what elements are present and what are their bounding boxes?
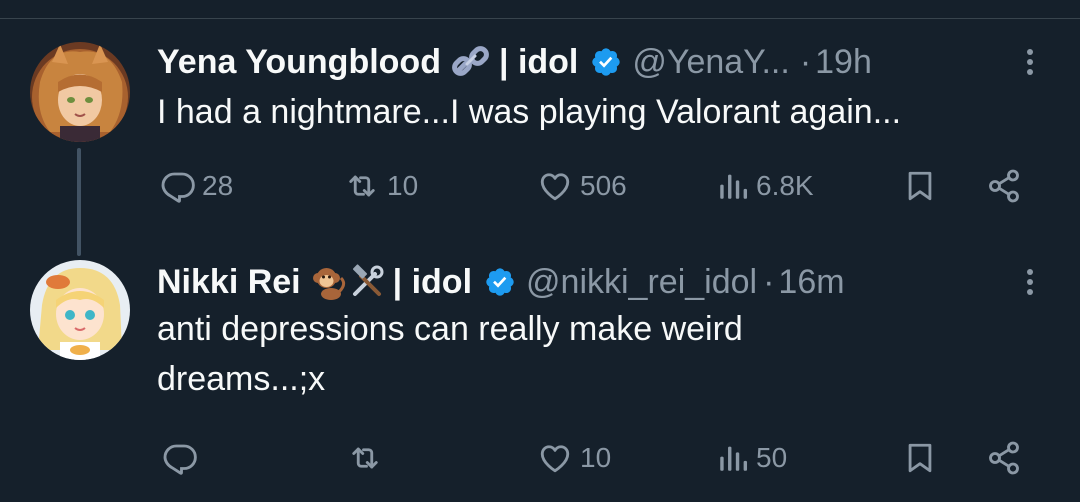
verified-badge-icon (484, 266, 516, 298)
avatar[interactable] (30, 42, 130, 142)
like-count: 10 (580, 442, 612, 473)
separator-dot: · (799, 42, 812, 81)
reply-icon (162, 440, 198, 476)
monkey-emoji-icon (311, 264, 347, 300)
hammer-and-wrench-emoji-icon (349, 264, 385, 300)
analytics-icon (716, 441, 750, 475)
reply-icon (160, 168, 196, 204)
verified-badge-icon (590, 46, 622, 78)
views-count: 6.8K (756, 170, 814, 201)
retweet-button[interactable] (346, 438, 384, 478)
display-name[interactable]: Nikki Rei (157, 263, 301, 302)
reply-button[interactable]: 28 (160, 166, 233, 206)
heart-icon (536, 168, 574, 204)
tweet-text: anti depressions can really make weird d… (157, 310, 753, 398)
share-icon (985, 440, 1023, 476)
like-count: 506 (580, 170, 627, 201)
share-button[interactable] (985, 438, 1023, 478)
like-button[interactable]: 10 (536, 438, 611, 478)
heart-icon (536, 440, 574, 476)
retweet-button[interactable]: 10 (343, 166, 418, 206)
avatar[interactable] (30, 260, 130, 360)
bookmark-button[interactable] (903, 438, 937, 478)
retweet-icon (343, 168, 381, 204)
like-button[interactable]: 506 (536, 166, 627, 206)
tweet-header: Yena Youngblood | idol @YenaY... · 19h (157, 42, 872, 82)
idol-tag: | idol (498, 42, 579, 81)
display-name[interactable]: Yena Youngblood (157, 43, 441, 82)
share-icon (985, 168, 1023, 204)
bookmark-button[interactable] (903, 166, 937, 206)
tweet-text: I had a nightmare...I was playing Valora… (157, 93, 902, 131)
user-handle[interactable]: @YenaY... (632, 43, 789, 82)
tweet-timestamp[interactable]: 19h (815, 43, 872, 82)
share-button[interactable] (985, 166, 1023, 206)
bookmark-icon (903, 168, 937, 204)
bookmark-icon (903, 440, 937, 476)
analytics-icon (716, 169, 750, 203)
reply-count: 28 (202, 170, 234, 201)
retweet-icon (346, 440, 384, 476)
more-options-icon[interactable] (1018, 42, 1042, 82)
tweet-nikki[interactable]: Nikki Rei | idol @nikki_rei_idol · 16m a… (0, 250, 1080, 502)
tweet-header: Nikki Rei | idol @nikki_rei_idol · 16m (157, 262, 845, 302)
views-button[interactable]: 50 (716, 438, 787, 478)
views-button[interactable]: 6.8K (716, 166, 814, 206)
views-count: 50 (756, 442, 788, 473)
separator-dot: · (763, 262, 775, 301)
reply-button[interactable] (162, 438, 198, 478)
tweet-yena[interactable]: Yena Youngblood | idol @YenaY... · 19h I… (0, 0, 1080, 250)
link-emoji-icon (451, 44, 491, 80)
idol-tag: | idol (392, 262, 473, 301)
retweet-count: 10 (387, 170, 419, 201)
more-options-icon[interactable] (1018, 262, 1042, 302)
tweet-timestamp[interactable]: 16m (778, 263, 844, 302)
user-handle[interactable]: @nikki_rei_idol (526, 263, 757, 302)
